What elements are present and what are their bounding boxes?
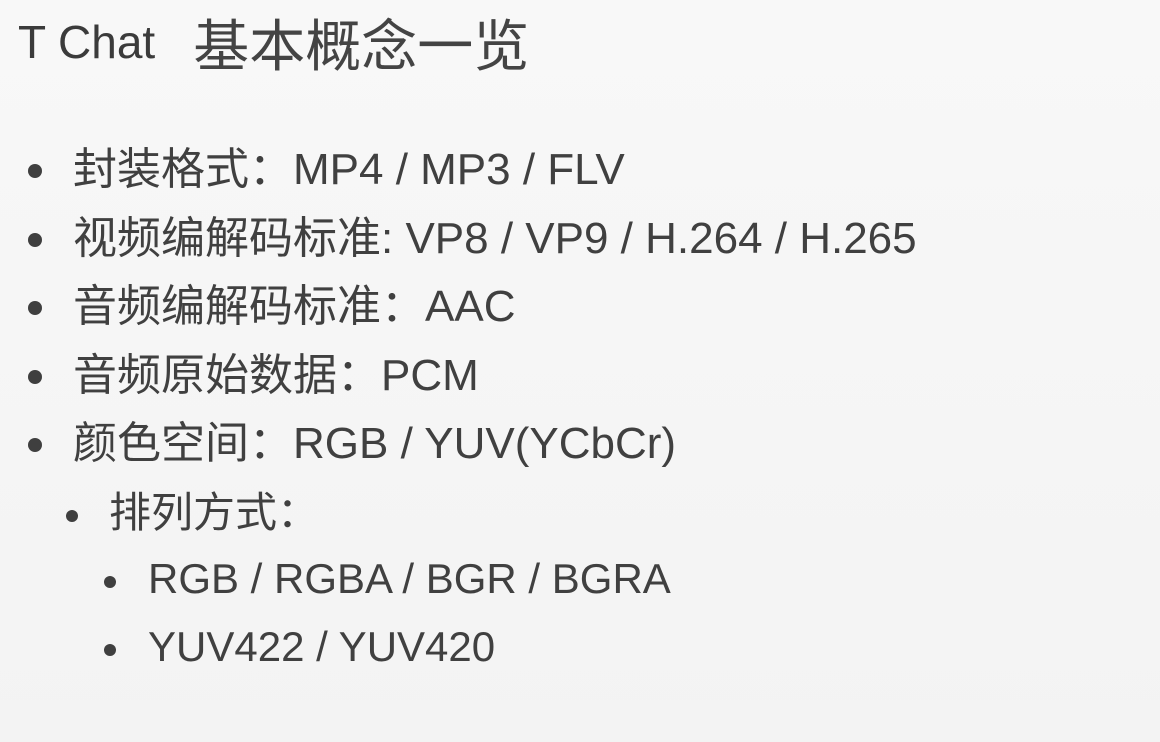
slide-header: T Chat 基本概念一览 <box>18 2 529 82</box>
bullet-dot-icon <box>28 370 42 384</box>
slide-title: 基本概念一览 <box>193 14 530 78</box>
bullet-text: 排列方式： <box>109 489 320 536</box>
bullet-dot-icon <box>66 510 78 522</box>
bullet-dot-icon <box>28 438 42 452</box>
bullet-text: RGB / RGBA / BGR / BGRA <box>148 555 671 602</box>
bullet-dot-icon <box>104 644 116 656</box>
bullet-item-audio-codec: 音频编解码标准：AAC <box>28 285 515 329</box>
bullet-item-color-space: 颜色空间：RGB / YUV(YCbCr) <box>28 422 676 466</box>
bullet-text: 音频原始数据：PCM <box>73 351 479 400</box>
bullet-item-video-codec: 视频编解码标准: VP8 / VP9 / H.264 / H.265 <box>28 217 917 261</box>
slide: T Chat 基本概念一览 封装格式：MP4 / MP3 / FLV 视频编解码… <box>0 0 1160 742</box>
bullet-dot-icon <box>28 301 42 315</box>
bullet-dot-icon <box>104 576 116 588</box>
bullet-dot-icon <box>28 233 42 247</box>
sub-sub-bullet-rgb-formats: RGB / RGBA / BGR / BGRA <box>104 558 671 600</box>
bullet-text: 视频编解码标准: VP8 / VP9 / H.264 / H.265 <box>73 214 917 263</box>
bullet-dot-icon <box>28 164 42 178</box>
brand-logo-text: T Chat <box>18 16 156 68</box>
bullet-text: YUV422 / YUV420 <box>148 623 496 670</box>
bullet-item-audio-raw-data: 音频原始数据：PCM <box>28 354 479 398</box>
sub-sub-bullet-yuv-formats: YUV422 / YUV420 <box>104 626 495 668</box>
bullet-text: 音频编解码标准：AAC <box>73 282 516 331</box>
sub-bullet-arrangement: 排列方式： <box>66 492 319 534</box>
bullet-text: 封装格式：MP4 / MP3 / FLV <box>73 145 625 194</box>
bullet-item-container-format: 封装格式：MP4 / MP3 / FLV <box>28 148 625 192</box>
bullet-text: 颜色空间：RGB / YUV(YCbCr) <box>73 419 677 468</box>
